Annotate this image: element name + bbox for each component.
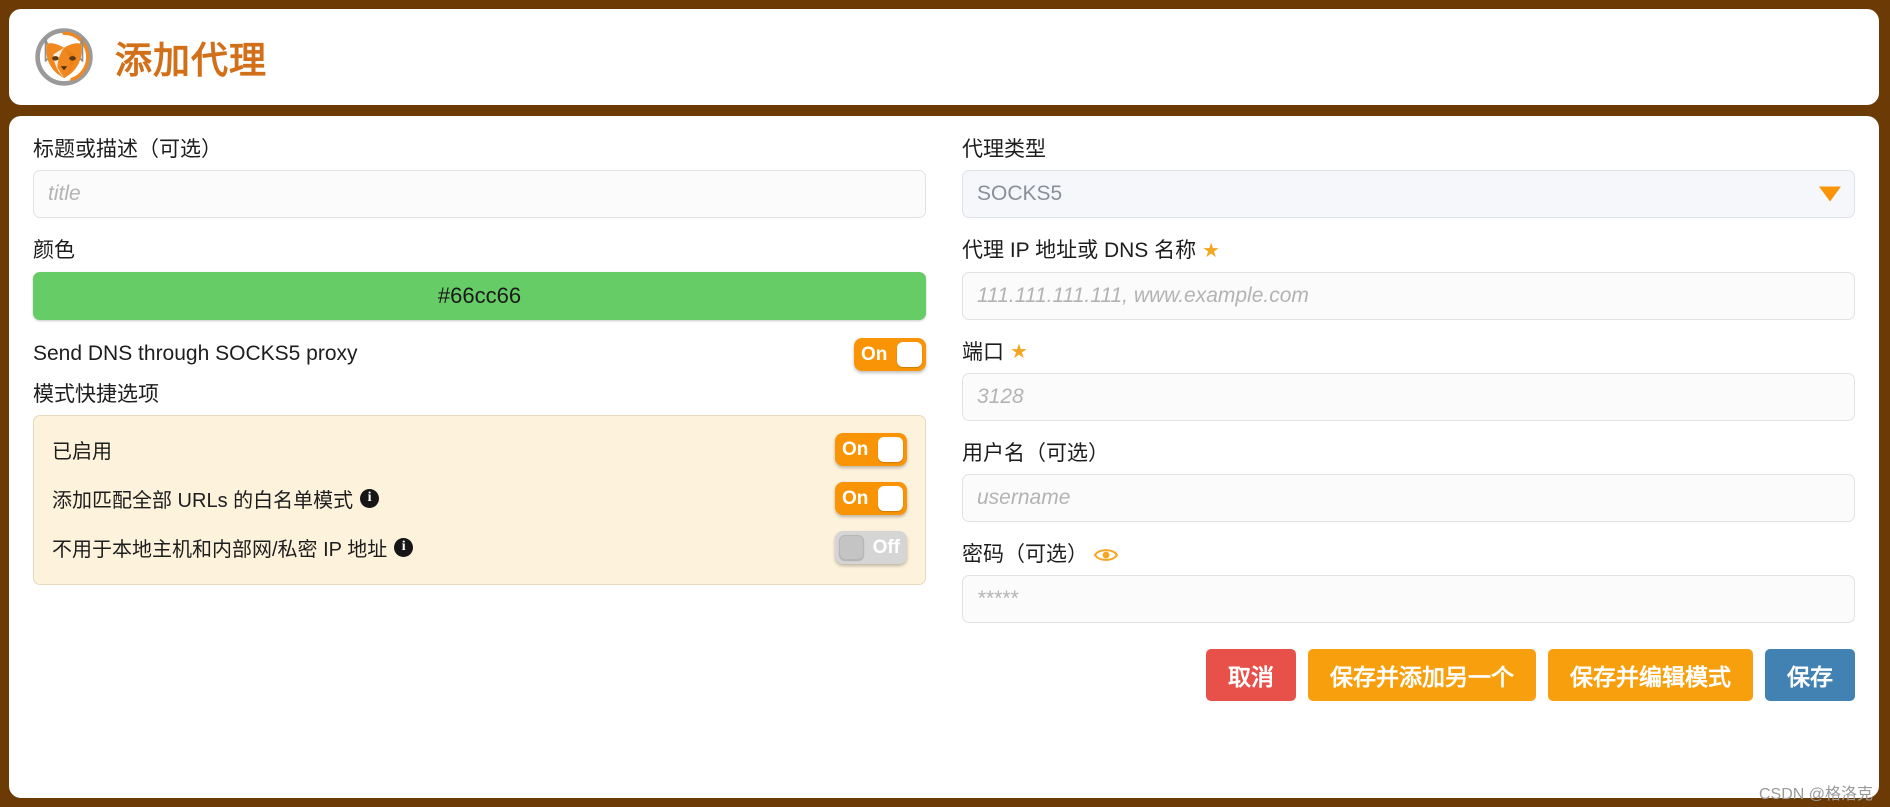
toggle-knob	[839, 534, 864, 560]
mode-option-label: 不用于本地主机和内部网/私密 IP 地址	[52, 538, 388, 561]
save-and-add-another-button[interactable]: 保存并添加另一个	[1308, 649, 1536, 702]
save-and-edit-patterns-button[interactable]: 保存并编辑模式	[1548, 649, 1753, 702]
toggle-state: On	[842, 438, 869, 460]
dns-label: Send DNS through SOCKS5 proxy	[33, 342, 358, 366]
proxy-type-select[interactable]: SOCKS5	[962, 170, 1855, 219]
toggle-state: Off	[872, 536, 900, 558]
mode-option-label: 已启用	[52, 440, 112, 463]
mode-shortcuts-panel: 已启用 On 添加匹配全部 URLs 的白名单模式 i On 不用于本地主机和内…	[33, 414, 926, 585]
watermark: CSDN @格洛克	[1758, 786, 1873, 803]
title-label: 标题或描述（可选）	[33, 138, 222, 161]
mode-whitelist-toggle[interactable]: On	[835, 481, 907, 515]
mode-option-label: 添加匹配全部 URLs 的白名单模式	[52, 489, 354, 512]
form-action-buttons: 取消 保存并添加另一个 保存并编辑模式 保存	[962, 649, 1855, 702]
mode-option-row: 已启用 On	[52, 432, 907, 466]
required-star-icon: ★	[1010, 341, 1028, 364]
port-label: 端口 ★	[962, 339, 1855, 366]
save-button[interactable]: 保存	[1765, 649, 1855, 702]
mode-option-label-wrap: 不用于本地主机和内部网/私密 IP 地址 i	[52, 533, 414, 562]
info-icon[interactable]: i	[394, 537, 414, 557]
mode-localhost-toggle[interactable]: Off	[835, 530, 907, 564]
mode-section-label: 模式快捷选项	[33, 382, 159, 406]
port-input[interactable]	[962, 372, 1855, 421]
mode-enabled-toggle[interactable]: On	[835, 432, 907, 466]
form-left-column: 标题或描述（可选） 颜色 #66cc66 Send DNS through SO…	[33, 136, 932, 784]
mode-option-row: 添加匹配全部 URLs 的白名单模式 i On	[52, 481, 907, 515]
window-frame: 添加代理 标题或描述（可选） 颜色 #66cc66 Send DNS throu…	[0, 0, 1890, 807]
info-icon[interactable]: i	[360, 488, 380, 508]
toggle-state: On	[842, 487, 869, 509]
password-label: 密码（可选）	[962, 541, 1855, 568]
toggle-knob	[878, 485, 903, 511]
dns-toggle-state: On	[861, 343, 888, 365]
app-header: 添加代理	[9, 9, 1879, 105]
host-input[interactable]	[962, 271, 1855, 320]
required-star-icon: ★	[1202, 239, 1221, 262]
mode-option-row: 不用于本地主机和内部网/私密 IP 地址 i Off	[52, 530, 907, 564]
password-label-text: 密码（可选）	[962, 543, 1088, 567]
password-input[interactable]	[962, 575, 1855, 624]
proxy-type-select-wrap: SOCKS5	[962, 170, 1855, 219]
page-title: 添加代理	[115, 40, 267, 81]
title-input[interactable]	[33, 170, 926, 219]
proxy-type-label: 代理类型	[962, 138, 1046, 161]
toggle-knob	[878, 436, 903, 462]
toggle-knob	[897, 341, 922, 367]
host-label: 代理 IP 地址或 DNS 名称 ★	[962, 237, 1855, 264]
eye-icon[interactable]	[1094, 547, 1118, 563]
dns-toggle-row: Send DNS through SOCKS5 proxy On	[33, 337, 926, 371]
foxyproxy-fox-logo-icon	[35, 28, 93, 86]
cancel-button[interactable]: 取消	[1206, 649, 1296, 702]
username-input[interactable]	[962, 474, 1855, 523]
proxy-form-card: 标题或描述（可选） 颜色 #66cc66 Send DNS through SO…	[9, 116, 1879, 803]
mode-option-label-wrap: 添加匹配全部 URLs 的白名单模式 i	[52, 484, 380, 513]
color-swatch-button[interactable]: #66cc66	[33, 271, 926, 320]
dns-toggle[interactable]: On	[854, 337, 926, 371]
port-label-text: 端口	[962, 340, 1004, 364]
host-label-text: 代理 IP 地址或 DNS 名称	[962, 239, 1197, 263]
form-right-column: 代理类型 SOCKS5 代理 IP 地址或 DNS 名称 ★ 端口 ★ 用户名（…	[956, 136, 1855, 784]
mode-option-label-wrap: 已启用	[52, 435, 112, 464]
color-label: 颜色	[33, 239, 75, 263]
username-label: 用户名（可选）	[962, 441, 1109, 465]
